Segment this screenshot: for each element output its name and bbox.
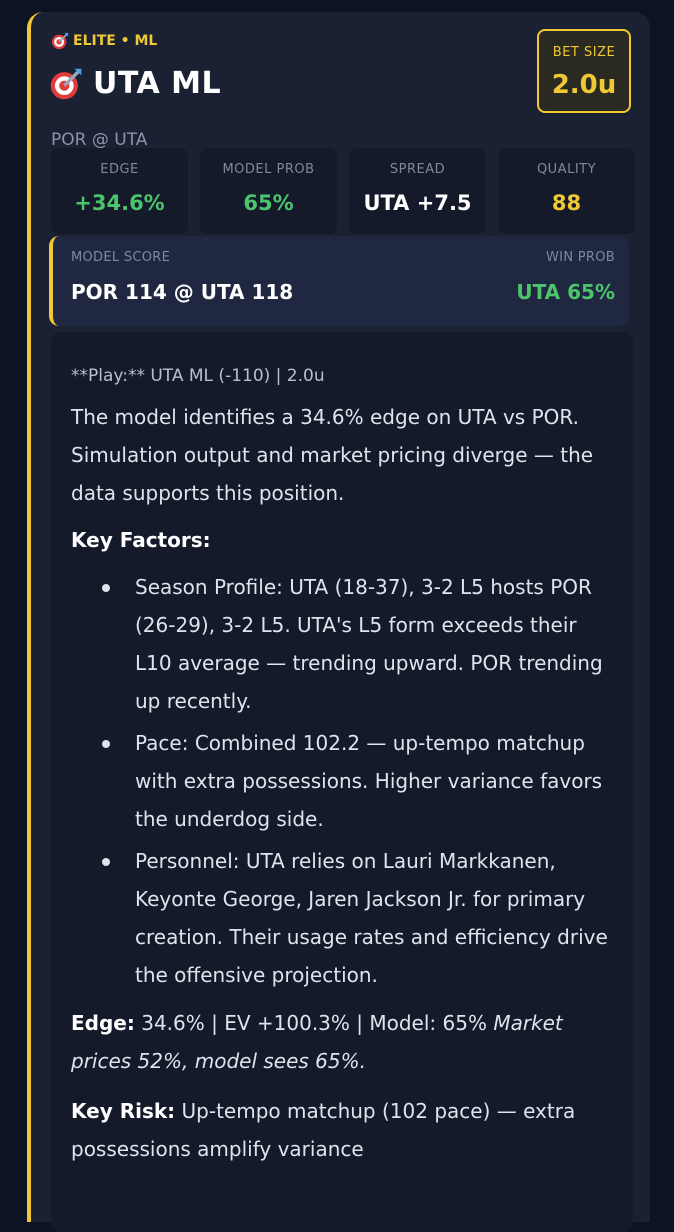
stat-value: +34.6% (74, 191, 165, 215)
dart-target-icon (51, 32, 69, 50)
list-item: Personnel: UTA relies on Lauri Markkanen… (71, 842, 611, 994)
pick-title: UTA ML (93, 66, 222, 101)
factor-text: Season Profile: UTA (18-37), 3-2 L5 host… (135, 575, 603, 713)
model-score-value: POR 114 @ UTA 118 (71, 280, 294, 304)
stat-label: SPREAD (389, 162, 446, 177)
stat-model-prob: MODEL PROB 65% (200, 148, 337, 234)
tier-badge: ELITE • ML (51, 32, 157, 50)
stat-value: 65% (243, 191, 294, 215)
stat-edge: EDGE +34.6% (51, 148, 188, 234)
stat-label: EDGE (100, 162, 139, 177)
matchup-label: POR @ UTA (51, 130, 148, 150)
factor-text: Personnel: UTA relies on Lauri Markkanen… (135, 849, 608, 987)
win-prob-label: WIN PROB (546, 250, 615, 265)
model-score-box: MODEL SCORE WIN PROB POR 114 @ UTA 118 U… (49, 236, 629, 326)
risk-label: Key Risk: (71, 1099, 176, 1123)
bullet-icon (102, 740, 110, 748)
key-factors-list: Season Profile: UTA (18-37), 3-2 L5 host… (71, 568, 611, 994)
stats-row: EDGE +34.6% MODEL PROB 65% SPREAD UTA +7… (51, 148, 635, 234)
bullet-icon (102, 858, 110, 866)
list-item: Season Profile: UTA (18-37), 3-2 L5 host… (71, 568, 611, 720)
model-score-label: MODEL SCORE (71, 250, 171, 265)
win-prob-value: UTA 65% (516, 280, 615, 304)
bet-size-label: BET SIZE (552, 45, 616, 60)
pick-card: ELITE • ML UTA ML POR @ UTA BET SIZE 2.0… (27, 12, 650, 1232)
stat-label: QUALITY (536, 162, 597, 177)
edge-label: Edge: (71, 1011, 135, 1035)
bet-size-value: 2.0u (551, 70, 617, 100)
stat-label: MODEL PROB (222, 162, 315, 177)
key-factors-heading: Key Factors: (71, 528, 211, 552)
stat-value: UTA +7.5 (363, 191, 472, 215)
stat-spread: SPREAD UTA +7.5 (349, 148, 486, 234)
edge-summary: Edge: 34.6% | EV +100.3% | Model: 65% Ma… (71, 1004, 611, 1080)
pick-title-row: UTA ML (49, 66, 221, 101)
analysis-panel: **Play:** UTA ML (-110) | 2.0u The model… (51, 332, 633, 1232)
stat-value: 88 (551, 191, 582, 215)
bet-size-box: BET SIZE 2.0u (537, 29, 631, 113)
edge-text: 34.6% | EV +100.3% | Model: 65% (141, 1011, 487, 1035)
play-line: **Play:** UTA ML (-110) | 2.0u (71, 366, 325, 386)
key-risk: Key Risk: Up-tempo matchup (102 pace) — … (71, 1092, 611, 1168)
tier-badge-label: ELITE • ML (73, 33, 158, 49)
factor-text: Pace: Combined 102.2 — up-tempo matchup … (135, 731, 603, 831)
list-item: Pace: Combined 102.2 — up-tempo matchup … (71, 724, 611, 838)
dart-target-icon (50, 68, 82, 99)
stat-quality: QUALITY 88 (498, 148, 635, 234)
analysis-summary: The model identifies a 34.6% edge on UTA… (71, 405, 594, 505)
bullet-icon (102, 584, 110, 592)
